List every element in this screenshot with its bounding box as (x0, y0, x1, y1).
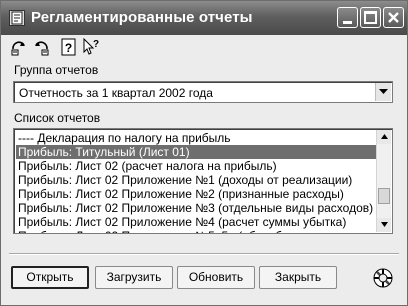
report-group-select[interactable]: Отчетность за 1 квартал 2002 года (13, 81, 393, 103)
svg-text:?: ? (65, 41, 72, 55)
window-title: Регламентированные отчеты (31, 9, 253, 26)
app-icon (9, 10, 25, 26)
down-level-icon[interactable] (31, 37, 51, 57)
report-group-value: Отчетность за 1 квартал 2002 года (19, 86, 213, 100)
list-item[interactable]: Прибыль: Титульный (Лист 01) (16, 145, 377, 159)
load-button[interactable]: Загрузить (95, 266, 173, 289)
arrow-up-icon (380, 134, 388, 139)
close-icon (388, 12, 399, 23)
reports-list[interactable]: ---- Декларация по налогу на прибыль Приб… (13, 128, 393, 234)
minimize-icon (343, 21, 352, 24)
list-item[interactable]: Прибыль: Лист 02 Приложение №5, 5а (обос… (16, 229, 377, 233)
vertical-scrollbar[interactable] (376, 130, 391, 232)
list-item[interactable]: Прибыль: Лист 02 Приложение №3 (отдельны… (16, 201, 377, 215)
close-window-button[interactable] (383, 7, 404, 28)
help-icon[interactable]: ? (59, 37, 79, 57)
close-button[interactable]: Закрыть (259, 266, 337, 289)
list-item[interactable]: ---- Декларация по налогу на прибыль (16, 131, 377, 145)
list-item[interactable]: Прибыль: Лист 02 (расчет налога на прибы… (16, 159, 377, 173)
reports-list-label: Список отчетов (14, 111, 101, 125)
chevron-down-icon (379, 89, 388, 94)
divider (9, 253, 399, 255)
list-item[interactable]: Прибыль: Лист 02 Приложение №4 (расчет с… (16, 215, 377, 229)
reports-window: Регламентированные отчеты ? ? Группа отч… (0, 0, 408, 306)
minimize-button[interactable] (337, 7, 358, 28)
update-button[interactable]: Обновить (177, 266, 255, 289)
open-button[interactable]: Открыть (11, 266, 89, 289)
group-label: Группа отчетов (14, 63, 99, 77)
lifebuoy-help-icon[interactable] (372, 267, 394, 289)
scroll-down-button[interactable] (377, 218, 391, 232)
whats-this-icon[interactable]: ? (81, 37, 101, 57)
toolbar: ? ? (7, 37, 127, 57)
reports-list-items: ---- Декларация по налогу на прибыль Приб… (16, 131, 377, 233)
dropdown-button[interactable] (375, 83, 391, 101)
arrow-down-icon (380, 222, 388, 227)
list-item[interactable]: Прибыль: Лист 02 Приложение №2 (признанн… (16, 187, 377, 201)
title-bar[interactable]: Регламентированные отчеты (1, 1, 407, 35)
maximize-button[interactable] (360, 7, 381, 28)
up-level-icon[interactable] (9, 37, 29, 57)
scroll-thumb[interactable] (378, 188, 390, 204)
maximize-icon (364, 11, 377, 24)
scroll-up-button[interactable] (377, 130, 391, 144)
svg-text:?: ? (93, 39, 99, 50)
list-item[interactable]: Прибыль: Лист 02 Приложение №1 (доходы о… (16, 173, 377, 187)
